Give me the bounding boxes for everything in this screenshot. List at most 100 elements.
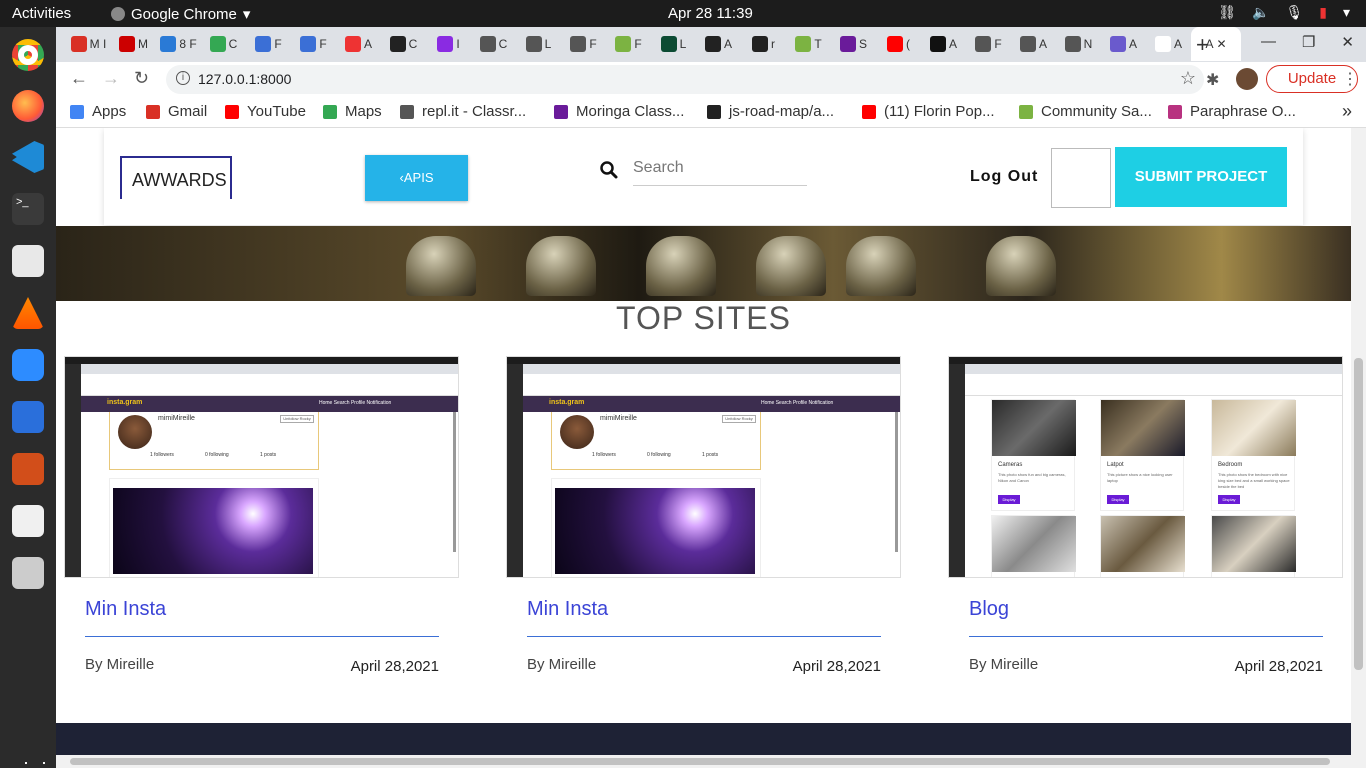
text-editor-icon[interactable] — [12, 505, 44, 537]
project-screenshot[interactable]: Cameras This photo show fun and big camer… — [948, 356, 1343, 578]
screenshot-icon[interactable] — [12, 557, 44, 589]
browser-tab[interactable]: ( — [876, 27, 921, 61]
bookmark-star-icon[interactable]: ☆ — [1180, 68, 1196, 89]
zoom-icon[interactable] — [12, 349, 44, 381]
site-navbar: AWWARDS ‹APIS Log Out SUBMIT PROJECT — [104, 128, 1303, 225]
writer-icon[interactable] — [12, 401, 44, 433]
firefox-icon[interactable] — [12, 90, 44, 122]
browser-tab[interactable]: M I — [66, 27, 111, 61]
bookmark-item[interactable]: (11) Florin Pop... — [862, 103, 995, 120]
browser-tab[interactable]: A — [1101, 27, 1146, 61]
browser-tab[interactable]: A — [921, 27, 966, 61]
site-logo[interactable]: AWWARDS — [120, 156, 232, 199]
vertical-scrollbar[interactable] — [1351, 128, 1366, 755]
project-title[interactable]: Min Insta — [85, 598, 166, 621]
url-text[interactable]: 127.0.0.1:8000 — [198, 71, 291, 87]
system-tray[interactable]: ⛓ 🔈 🎙 ▮ ▾ — [1218, 4, 1350, 21]
browser-tab[interactable]: M — [111, 27, 156, 61]
tab-label: A — [1038, 37, 1047, 51]
bookmark-item[interactable]: Apps — [70, 103, 126, 120]
tab-favicon-icon — [752, 36, 768, 52]
browser-tab[interactable]: C — [201, 27, 246, 61]
project-card: Cameras This photo show fun and big camer… — [948, 356, 1343, 675]
browser-tab[interactable]: A — [336, 27, 381, 61]
address-bar[interactable]: i 127.0.0.1:8000 ☆ — [166, 65, 1204, 94]
submit-project-button[interactable]: SUBMIT PROJECT — [1115, 147, 1287, 207]
close-icon[interactable]: ✕ — [1341, 33, 1354, 51]
project-screenshot[interactable]: insta.gram Home Search Profile Notificati… — [506, 356, 901, 578]
browser-tab[interactable]: N — [1056, 27, 1101, 61]
bookmark-item[interactable]: Community Sa... — [1019, 103, 1152, 120]
bookmark-item[interactable]: js-road-map/a... — [707, 103, 834, 120]
more-bookmarks-icon[interactable]: » — [1342, 101, 1352, 122]
screenshot-blog-image — [992, 516, 1076, 572]
impress-icon[interactable] — [12, 453, 44, 485]
scrollbar-thumb[interactable] — [70, 758, 1330, 765]
files-icon[interactable] — [12, 245, 44, 277]
tab-favicon-icon — [615, 36, 632, 52]
bookmark-item[interactable]: Maps — [323, 103, 382, 120]
app-menu[interactable]: Google Chrome ▾ — [111, 5, 250, 23]
kebab-menu-icon[interactable]: ⋮ — [1342, 69, 1358, 89]
vscode-icon[interactable] — [12, 141, 44, 173]
site-info-icon[interactable]: i — [176, 71, 190, 85]
bookmark-item[interactable]: Paraphrase O... — [1168, 103, 1296, 120]
github-icon — [707, 104, 721, 119]
browser-tab[interactable]: F — [966, 27, 1011, 61]
chrome-icon[interactable] — [12, 39, 44, 71]
browser-tab[interactable]: 8 F — [156, 27, 201, 61]
browser-tab[interactable]: S — [831, 27, 876, 61]
screenshot-nav-links: Home Search Profile Notification — [319, 400, 392, 406]
bookmark-item[interactable]: Gmail — [146, 103, 207, 120]
new-tab-button[interactable]: + — [1196, 32, 1209, 58]
browser-tab[interactable]: C — [471, 27, 516, 61]
profile-image-placeholder[interactable] — [1051, 148, 1111, 208]
horizontal-scrollbar[interactable] — [56, 755, 1366, 768]
screenshot-posts: 1 posts — [260, 452, 277, 458]
profile-avatar[interactable] — [1236, 68, 1258, 90]
project-title[interactable]: Blog — [969, 598, 1009, 621]
tab-favicon-icon — [660, 36, 677, 52]
browser-tab[interactable]: F — [561, 27, 606, 61]
logout-link[interactable]: Log Out — [970, 168, 1038, 186]
project-title[interactable]: Min Insta — [527, 598, 608, 621]
tab-label: A — [1173, 37, 1182, 51]
browser-tab[interactable]: T — [786, 27, 831, 61]
terminal-icon[interactable]: >_ — [12, 193, 44, 225]
maximize-icon[interactable]: ❐ — [1302, 33, 1315, 51]
search-input[interactable] — [633, 150, 807, 186]
browser-tab[interactable]: I — [426, 27, 471, 61]
close-tab-icon[interactable]: ✕ — [1216, 37, 1226, 51]
browser-tab[interactable]: L — [651, 27, 696, 61]
reload-icon[interactable]: ↻ — [134, 68, 149, 89]
browser-tab[interactable]: F — [291, 27, 336, 61]
bookmark-item[interactable]: Moringa Class... — [554, 103, 684, 120]
extensions-icon[interactable]: ✱ — [1206, 70, 1224, 89]
bookmark-item[interactable]: repl.it - Classr... — [400, 103, 526, 120]
activities-button[interactable]: Activities — [12, 5, 71, 22]
browser-tab[interactable]: C — [381, 27, 426, 61]
browser-tab[interactable]: L — [516, 27, 561, 61]
project-screenshot[interactable]: insta.gram Home Search Profile Notificati… — [64, 356, 459, 578]
clock[interactable]: Apr 28 11:39 — [668, 5, 753, 22]
scrollbar-thumb[interactable] — [1354, 358, 1363, 670]
screenshot-blog-item — [1211, 515, 1296, 577]
project-author: By Mireille — [969, 656, 1039, 673]
screenshot-blog-image — [1101, 400, 1185, 456]
browser-tab[interactable]: A — [696, 27, 741, 61]
browser-tab[interactable]: A — [1146, 27, 1191, 61]
bookmark-label: Moringa Class... — [576, 103, 685, 120]
project-divider — [85, 636, 439, 637]
apis-button[interactable]: ‹APIS — [365, 155, 468, 201]
browser-tab[interactable]: A — [1011, 27, 1056, 61]
browser-tab[interactable]: F — [246, 27, 291, 61]
browser-tab[interactable]: F — [606, 27, 651, 61]
browser-tab[interactable]: r — [741, 27, 786, 61]
youtube-icon — [225, 104, 239, 119]
vlc-icon[interactable] — [12, 297, 44, 329]
minimize-icon[interactable]: — — [1261, 33, 1276, 51]
bookmark-item[interactable]: YouTube — [225, 103, 306, 120]
back-icon[interactable]: ← — [70, 68, 88, 89]
forward-icon[interactable]: → — [102, 68, 120, 89]
show-apps-icon[interactable]: ⋮⋮⋮ — [17, 758, 71, 780]
